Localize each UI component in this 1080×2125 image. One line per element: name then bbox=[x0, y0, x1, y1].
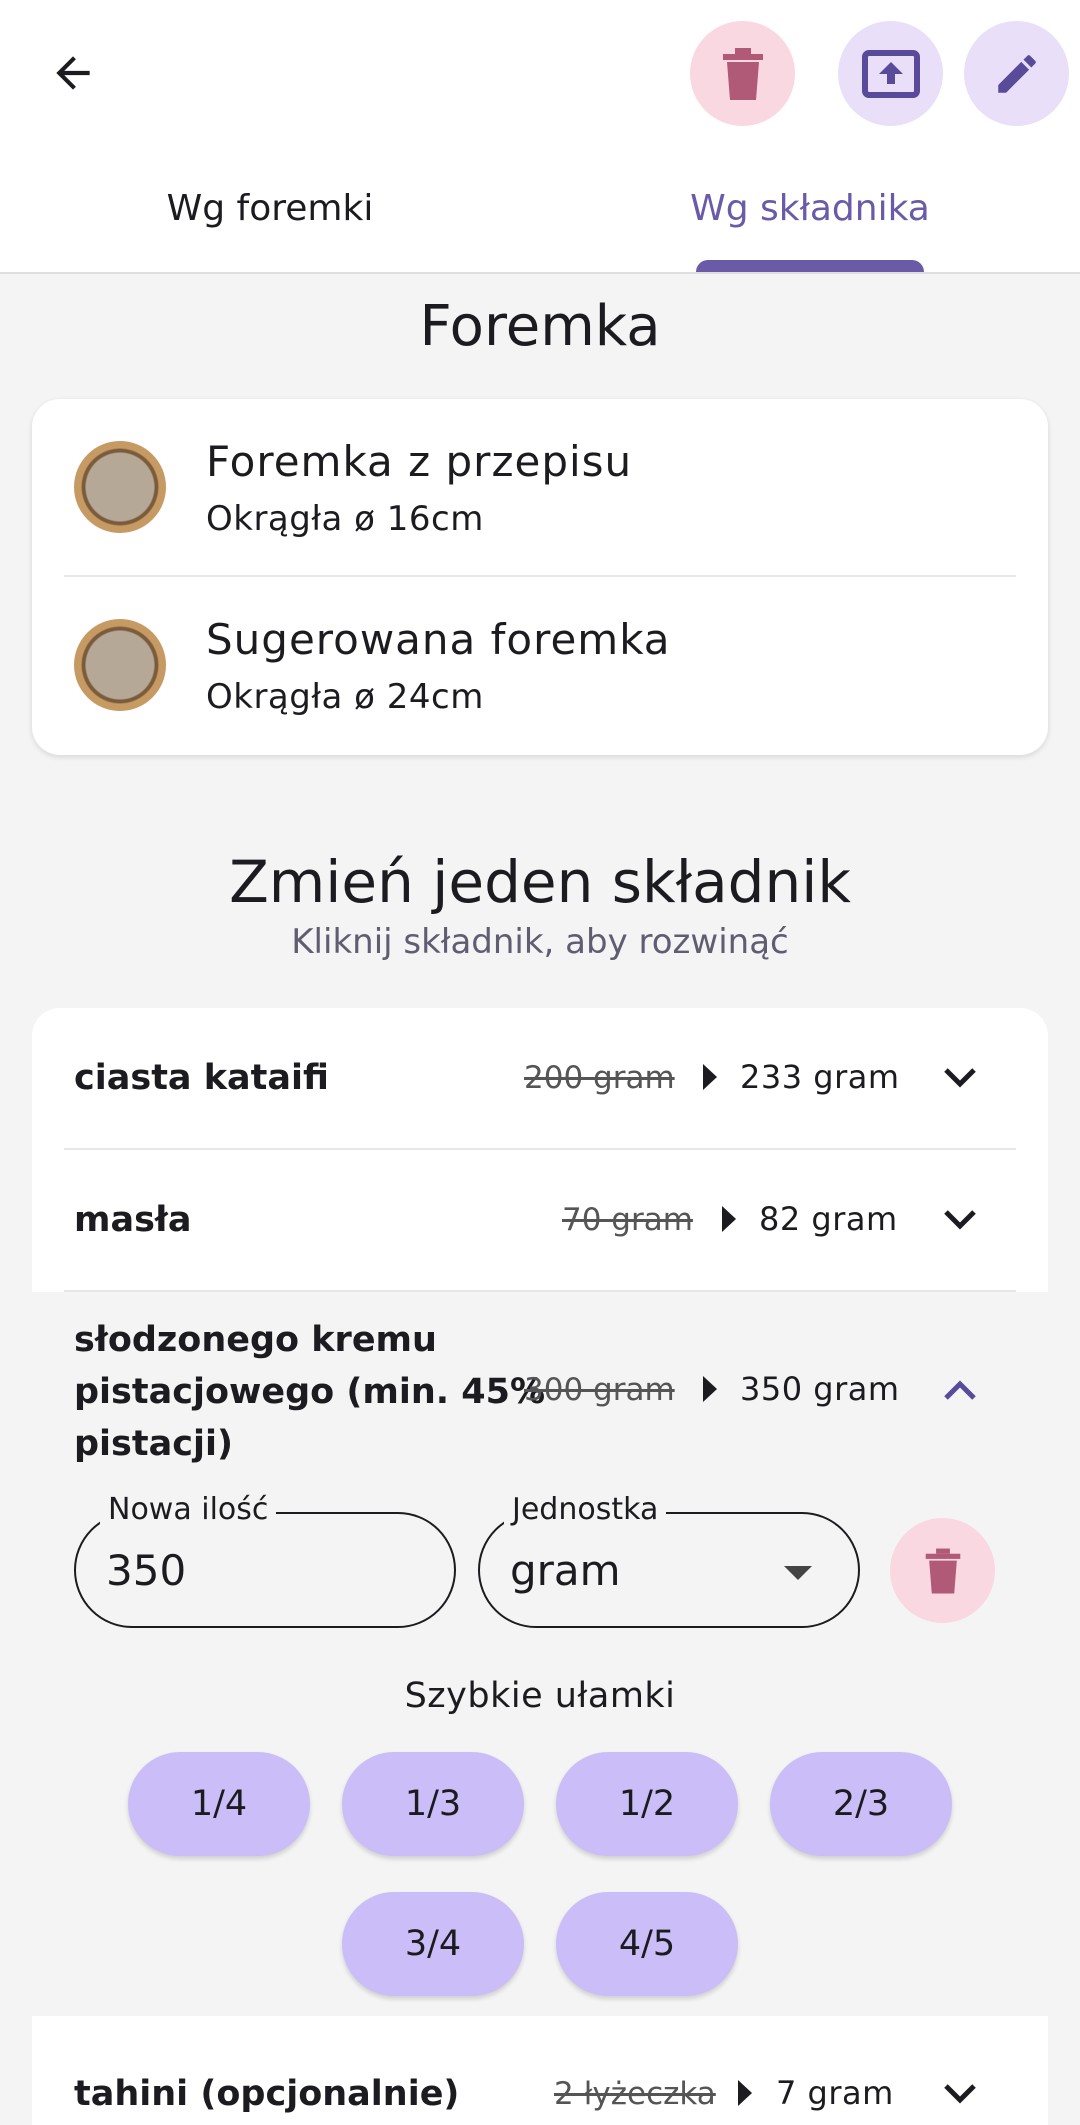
fraction-chip[interactable]: 1/3 bbox=[342, 1752, 524, 1856]
amount-field-label: Nowa ilość bbox=[100, 1492, 277, 1527]
trash-icon bbox=[722, 47, 763, 100]
ingredient-section-title: Zmień jeden składnik bbox=[229, 848, 851, 916]
unit-dropdown-label: Jednostka bbox=[504, 1492, 667, 1527]
chevron-down-icon bbox=[944, 1210, 976, 1230]
top-app-bar bbox=[0, 0, 1080, 146]
edit-button[interactable] bbox=[964, 21, 1069, 126]
chevron-down-icon bbox=[944, 1068, 976, 1088]
trash-icon bbox=[925, 1548, 960, 1593]
chevron-down-icon bbox=[944, 2084, 976, 2104]
ingredient-row[interactable]: ciasta kataifi 200 gram 233 gram bbox=[32, 1008, 1048, 1148]
fraction-chip[interactable]: 3/4 bbox=[342, 1892, 524, 1996]
pan-section-title: Foremka bbox=[419, 294, 661, 359]
arrow-right-icon bbox=[722, 1206, 736, 1232]
ingredient-new-amount: 7 gram bbox=[776, 2074, 894, 2112]
unit-selected-value: gram bbox=[510, 1546, 621, 1595]
ingredient-name-line: słodzonego kremu bbox=[74, 1320, 437, 1360]
ingredient-section-subtitle: Kliknij składnik, aby rozwinąć bbox=[291, 922, 789, 962]
arrow-right-icon bbox=[703, 1064, 717, 1090]
fraction-chip[interactable]: 1/4 bbox=[128, 1752, 310, 1856]
ingredient-new-amount: 233 gram bbox=[740, 1058, 900, 1096]
arrow-right-icon bbox=[703, 1376, 717, 1402]
chevron-up-icon bbox=[944, 1380, 976, 1400]
pan-card: Foremka z przepisu Okrągła ø 16cm Sugero… bbox=[32, 399, 1048, 755]
expand-button[interactable] bbox=[932, 1050, 988, 1106]
tab-by-pan[interactable]: Wg foremki bbox=[0, 146, 540, 272]
ingredient-new-amount: 350 gram bbox=[740, 1370, 900, 1408]
fraction-chip[interactable]: 4/5 bbox=[556, 1892, 738, 1996]
ingredient-old-amount: 2 łyżeczka bbox=[554, 2076, 716, 2112]
pan-row-title: Sugerowana foremka bbox=[206, 615, 671, 664]
ingredient-list: ciasta kataifi 200 gram 233 gram masła 7… bbox=[32, 1008, 1048, 2125]
ingredient-name-line: pistacji) bbox=[74, 1424, 233, 1464]
ingredient-row[interactable]: masła 70 gram 82 gram bbox=[32, 1150, 1048, 1290]
fraction-chip[interactable]: 1/2 bbox=[556, 1752, 738, 1856]
remove-ingredient-button[interactable] bbox=[890, 1518, 995, 1623]
ingredient-new-amount: 82 gram bbox=[759, 1200, 898, 1238]
ingredient-row[interactable]: tahini (opcjonalnie) 2 łyżeczka 7 gram bbox=[32, 2016, 1048, 2125]
tab-by-ingredient[interactable]: Wg składnika bbox=[540, 146, 1080, 272]
back-button[interactable] bbox=[38, 38, 108, 108]
amount-field[interactable]: Nowa ilość bbox=[74, 1492, 456, 1628]
ingredient-old-amount: 200 gram bbox=[524, 1060, 675, 1096]
ingredient-name: ciasta kataifi bbox=[74, 1058, 329, 1098]
export-button[interactable] bbox=[838, 21, 943, 126]
ingredient-row-expanded[interactable]: słodzonego kremu pistacjowego (min. 45% … bbox=[32, 1292, 1048, 2016]
tab-indicator bbox=[696, 260, 924, 272]
ingredient-old-amount: 70 gram bbox=[562, 1202, 693, 1238]
pan-row-title: Foremka z przepisu bbox=[206, 437, 633, 486]
ingredient-name: masła bbox=[74, 1200, 192, 1240]
delete-recipe-button[interactable] bbox=[690, 21, 795, 126]
collapse-button[interactable] bbox=[932, 1362, 988, 1418]
ingredient-old-amount: 300 gram bbox=[524, 1372, 675, 1408]
pan-row-subtitle: Okrągła ø 16cm bbox=[206, 499, 484, 539]
upload-icon bbox=[861, 49, 920, 98]
dropdown-arrow-icon bbox=[784, 1566, 812, 1580]
pan-row-subtitle: Okrągła ø 24cm bbox=[206, 677, 484, 717]
quick-fractions-label: Szybkie ułamki bbox=[404, 1676, 676, 1716]
fraction-chip[interactable]: 2/3 bbox=[770, 1752, 952, 1856]
ingredient-name: słodzonego kremu pistacjowego (min. 45% … bbox=[74, 1314, 545, 1470]
pan-row-suggested[interactable]: Sugerowana foremka Okrągła ø 24cm bbox=[32, 577, 1048, 755]
arrow-right-icon bbox=[738, 2080, 752, 2106]
tab-bar: Wg foremki Wg składnika bbox=[0, 146, 1080, 274]
amount-input[interactable] bbox=[106, 1540, 406, 1600]
arrow-back-icon bbox=[56, 56, 90, 90]
round-pan-icon bbox=[74, 619, 166, 711]
unit-dropdown[interactable]: Jednostka gram bbox=[478, 1492, 860, 1628]
pan-row-recipe[interactable]: Foremka z przepisu Okrągła ø 16cm bbox=[32, 399, 1048, 577]
pencil-icon bbox=[997, 54, 1036, 93]
expand-button[interactable] bbox=[932, 1192, 988, 1248]
expand-button[interactable] bbox=[932, 2066, 988, 2122]
ingredient-name: tahini (opcjonalnie) bbox=[74, 2074, 460, 2114]
round-pan-icon bbox=[74, 441, 166, 533]
ingredient-name-line: pistacjowego (min. 45% bbox=[74, 1372, 546, 1412]
